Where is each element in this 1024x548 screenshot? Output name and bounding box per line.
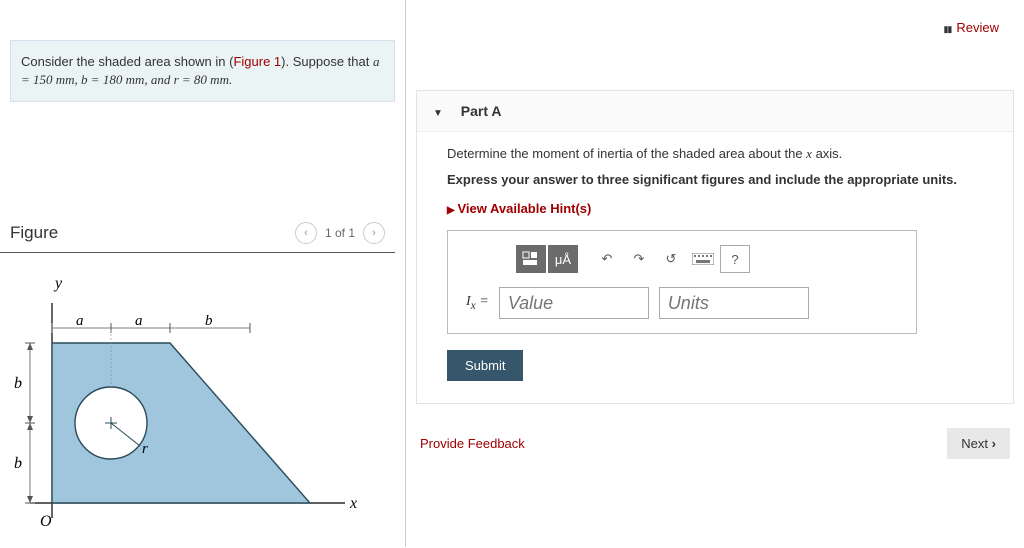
figure-pager-text: 1 of 1 — [325, 226, 355, 240]
template-button[interactable] — [516, 245, 546, 273]
svg-text:y: y — [53, 275, 63, 292]
figure-next-button[interactable]: › — [363, 222, 385, 244]
figure-1-link[interactable]: Figure 1 — [233, 54, 281, 69]
redo-button[interactable]: ↷ — [624, 245, 654, 273]
view-hints-link[interactable]: View Available Hint(s) — [447, 201, 983, 216]
problem-text-suffix: ). Suppose that — [281, 54, 373, 69]
part-a-instruction: Determine the moment of inertia of the s… — [447, 146, 983, 162]
submit-button[interactable]: Submit — [447, 350, 523, 381]
review-link[interactable]: Review — [943, 20, 999, 35]
keyboard-button[interactable] — [688, 245, 718, 273]
svg-text:a: a — [135, 313, 143, 329]
provide-feedback-link[interactable]: Provide Feedback — [420, 436, 525, 451]
svg-text:b: b — [14, 375, 22, 392]
part-a-bold-instruction: Express your answer to three significant… — [447, 172, 983, 187]
svg-text:O: O — [40, 513, 52, 530]
svg-text:b: b — [205, 313, 213, 329]
answer-box: μÅ ↶ ↷ ↺ ? Ix = — [447, 230, 917, 334]
part-a-title: Part A — [461, 103, 502, 119]
answer-lhs: Ix = — [466, 294, 489, 312]
answer-toolbar: μÅ ↶ ↷ ↺ ? — [516, 245, 898, 273]
svg-text:r: r — [142, 441, 148, 457]
svg-text:a: a — [76, 313, 84, 329]
next-button[interactable]: Next › — [947, 428, 1010, 459]
figure-diagram: y x r a a b — [10, 268, 370, 548]
collapse-caret-icon: ▼ — [433, 108, 443, 119]
figure-title: Figure — [10, 223, 58, 243]
svg-text:x: x — [349, 495, 357, 512]
part-a-panel: ▼ Part A Determine the moment of inertia… — [416, 90, 1014, 404]
value-input[interactable] — [499, 287, 649, 319]
units-button[interactable]: μÅ — [548, 245, 578, 273]
help-button[interactable]: ? — [720, 245, 750, 273]
figure-prev-button[interactable]: ‹ — [295, 222, 317, 244]
problem-text-prefix: Consider the shaded area shown in ( — [21, 54, 233, 69]
reset-button[interactable]: ↺ — [656, 245, 686, 273]
undo-button[interactable]: ↶ — [592, 245, 622, 273]
part-a-header[interactable]: ▼ Part A — [417, 91, 1013, 132]
problem-statement: Consider the shaded area shown in (Figur… — [10, 40, 395, 102]
svg-text:b: b — [14, 455, 22, 472]
units-input[interactable] — [659, 287, 809, 319]
